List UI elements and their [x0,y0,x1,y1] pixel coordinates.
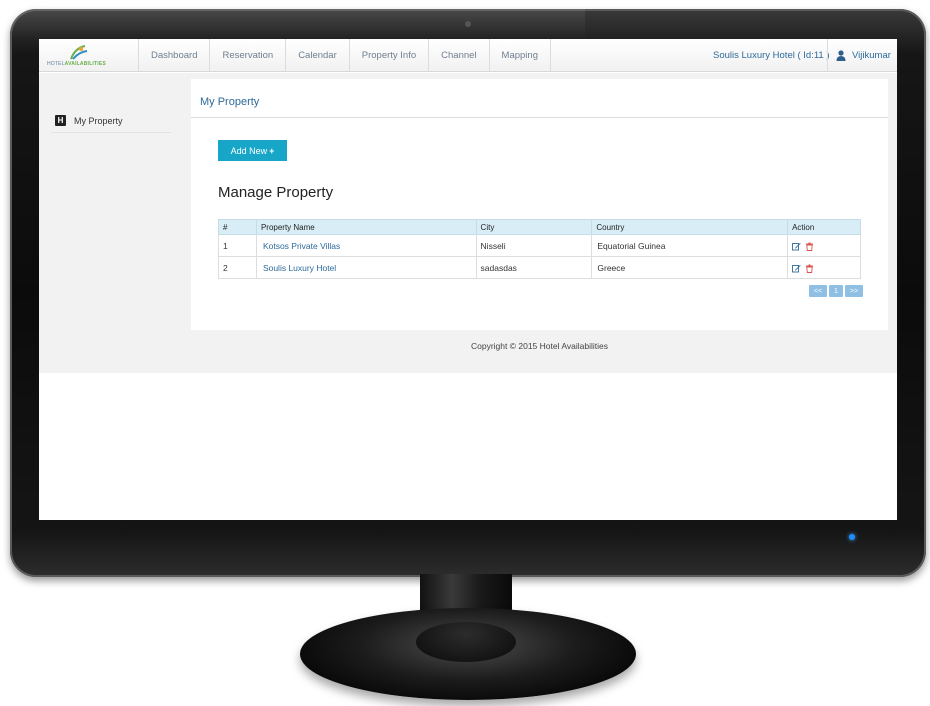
header-city: City [475,219,593,235]
logo-text: HOTELAVAILABILITIES [47,61,106,67]
row-country: Greece [591,256,789,279]
monitor-base-top [416,622,516,662]
logo-text-availabilities: AVAILABILITIES [64,61,106,67]
nav-calendar[interactable]: Calendar [285,39,349,72]
page-title: My Property [200,96,260,108]
row-number: 2 [218,256,257,279]
footer-copyright: Copyright © 2015 Hotel Availabilities [471,341,608,351]
sidebar-item-my-property[interactable]: H My Property [51,109,171,133]
row-number: 1 [218,234,257,257]
bezel-gloss [10,9,585,39]
pagination-next[interactable]: >> [845,285,863,297]
nav-reservation[interactable]: Reservation [209,39,285,72]
country-text: Greece [597,262,626,273]
property-name-text: Kotsos Private Villas [262,240,341,251]
page-title-bar: My Property [191,79,888,118]
power-led-icon [849,534,855,540]
logo[interactable]: HOTELAVAILABILITIES [47,44,107,68]
nav-mapping[interactable]: Mapping [488,39,551,72]
table-row: 1 Kotsos Private Villas Nisseli Equatori… [218,234,861,257]
hotel-icon: H [55,115,66,126]
nav-property-info[interactable]: Property Info [348,39,428,72]
logo-mark-icon [70,45,88,60]
user-name: Vijikumar [852,50,891,61]
property-name-text: Soulis Luxury Hotel [262,262,337,273]
row-actions [787,256,861,279]
table-row: 2 Soulis Luxury Hotel sadasdas Greece [218,256,861,279]
property-name-link[interactable]: Soulis Luxury Hotel [255,256,477,279]
pagination-prev[interactable]: << [809,285,827,297]
delete-icon[interactable] [805,242,814,251]
edit-icon[interactable] [792,264,801,273]
top-navbar: HOTELAVAILABILITIES Dashboard Reservatio… [39,39,897,72]
row-actions [787,234,861,257]
header-property-name: Property Name [255,219,477,235]
logo-text-hotel: HOTEL [47,61,65,67]
body-area: H My Property My Property Add New + Mana… [39,73,897,373]
user-menu[interactable]: Vijikumar [827,39,897,72]
nav-channel[interactable]: Channel [428,39,488,72]
row-city: sadasdas [475,256,593,279]
row-city: Nisseli [475,234,593,257]
user-icon [836,50,846,61]
screen: HOTELAVAILABILITIES Dashboard Reservatio… [39,39,897,520]
header-country: Country [591,219,789,235]
pagination: << 1 >> [809,285,863,297]
current-hotel-label[interactable]: Soulis Luxury Hotel ( Id:11 ) [713,39,830,72]
header-action: Action [787,219,861,235]
nav-menu: Dashboard Reservation Calendar Property … [138,39,551,72]
sidebar: H My Property [39,73,191,373]
table-header-row: # Property Name City Country Action [218,219,861,235]
pagination-page[interactable]: 1 [829,285,843,297]
row-country: Equatorial Guinea [591,234,789,257]
property-name-link[interactable]: Kotsos Private Villas [255,234,477,257]
main-content: My Property Add New + Manage Property # … [191,79,888,330]
section-title: Manage Property [218,184,334,201]
camera-dot [465,21,471,27]
add-new-button[interactable]: Add New + [218,140,287,161]
add-new-label: Add New [230,145,268,156]
delete-icon[interactable] [805,264,814,273]
header-number: # [218,219,257,235]
monitor: HOTELAVAILABILITIES Dashboard Reservatio… [0,0,930,706]
plus-icon: + [269,145,275,156]
property-table: # Property Name City Country Action 1 Ko… [218,219,861,279]
sidebar-item-label: My Property [74,115,123,126]
edit-icon[interactable] [792,242,801,251]
nav-dashboard[interactable]: Dashboard [138,39,209,72]
country-text: Equatorial Guinea [597,240,666,251]
